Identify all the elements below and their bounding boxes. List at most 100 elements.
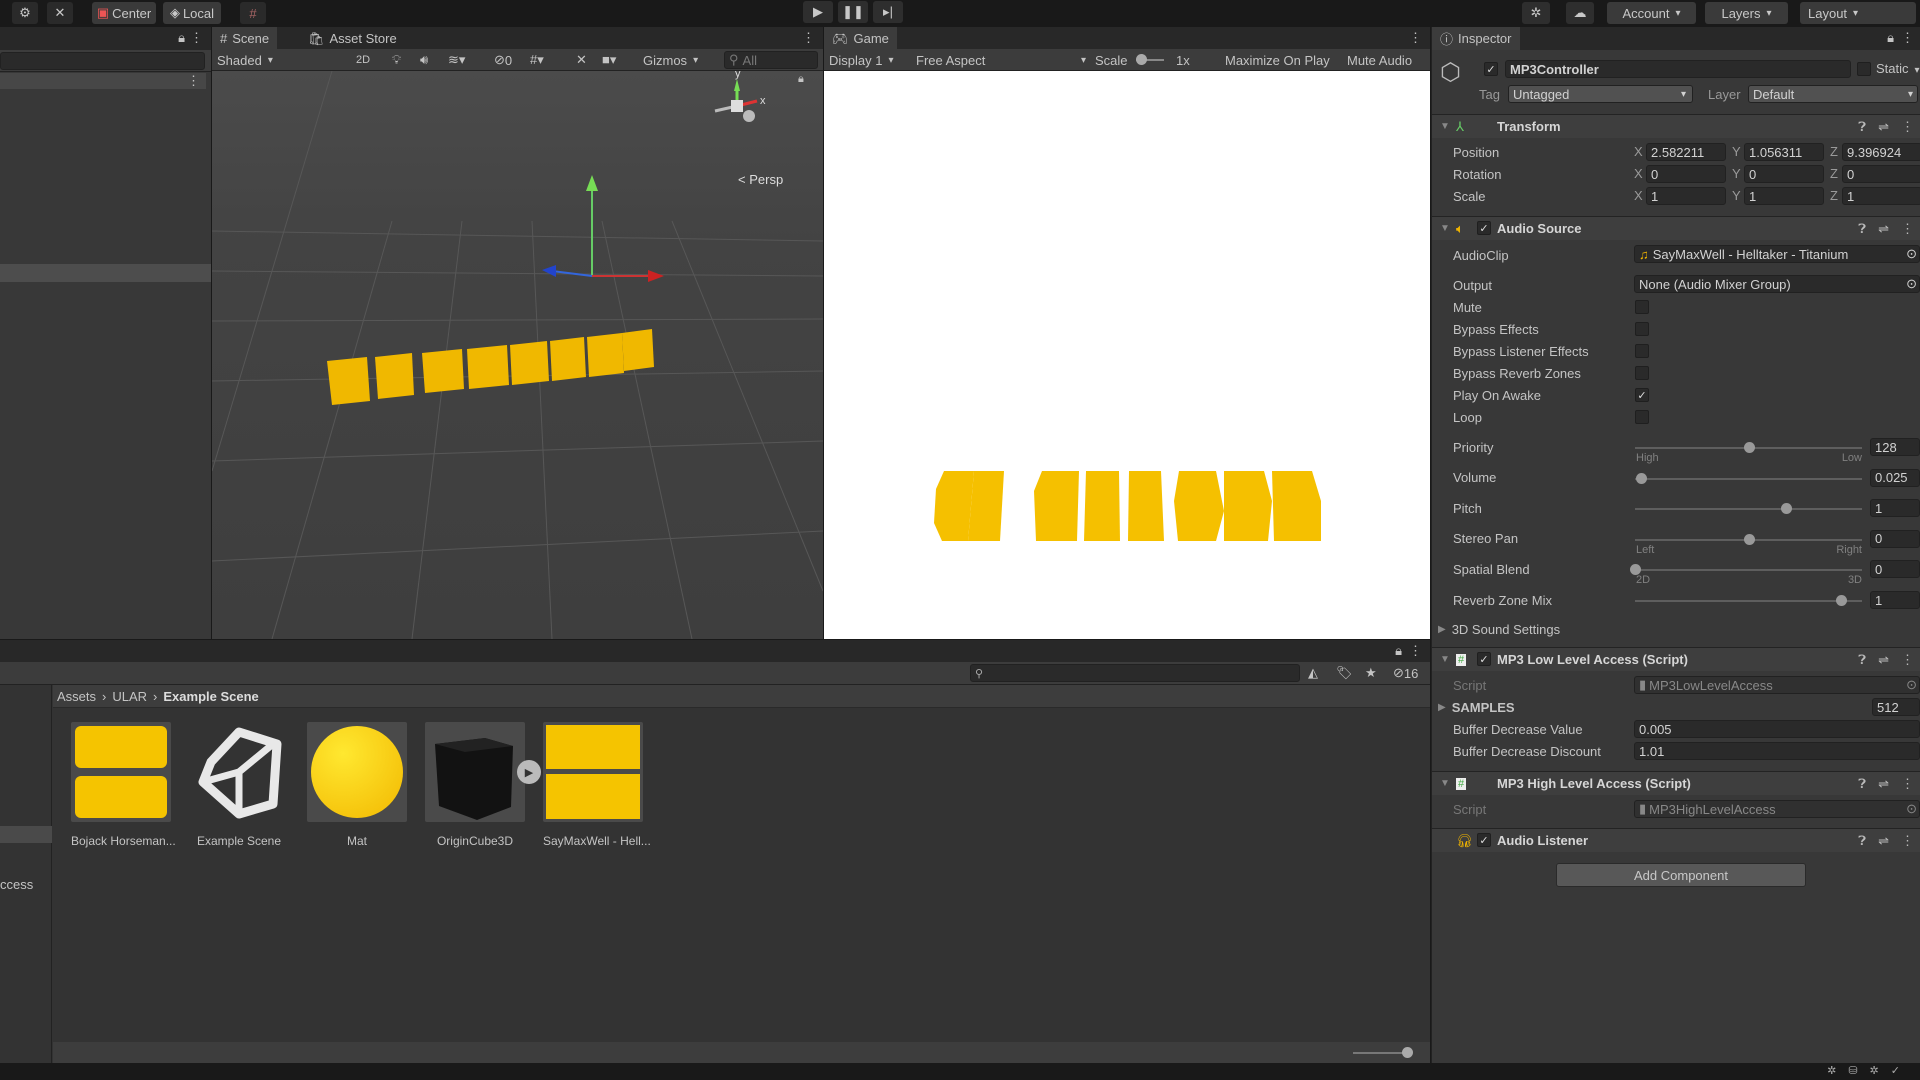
project-search[interactable]: ⚲	[970, 664, 1300, 682]
play-on-awake-checkbox[interactable]: ✓	[1635, 388, 1649, 402]
priority-field[interactable]: 128	[1870, 438, 1920, 456]
tools-icon[interactable]: ✕	[576, 51, 587, 69]
more-icon[interactable]: ⋮	[1409, 30, 1422, 46]
rotation-x-field[interactable]: 0	[1646, 165, 1726, 183]
more-icon[interactable]: ⋮	[1901, 119, 1914, 135]
breadcrumb-item[interactable]: Assets	[57, 689, 96, 704]
camera-icon[interactable]: ■▾	[602, 51, 616, 69]
expand-icon[interactable]: ▶	[1438, 624, 1446, 635]
bypass-reverb-zones-checkbox[interactable]	[1635, 366, 1649, 380]
maximize-on-play-toggle[interactable]: Maximize On Play	[1225, 51, 1330, 69]
step-button[interactable]: ▸|	[873, 1, 903, 23]
high-level-access-header[interactable]: ▼ # MP3 High Level Access (Script) ❓︎ ⇌ ⋮	[1432, 771, 1920, 795]
buffer-decrease-value-field[interactable]: 0.005	[1634, 720, 1920, 738]
priority-slider-thumb[interactable]	[1743, 442, 1755, 453]
spatial-blend-field[interactable]: 0	[1870, 560, 1920, 579]
help-icon[interactable]: ❓︎	[1858, 119, 1866, 135]
scale-slider[interactable]	[1136, 51, 1164, 69]
shading-dropdown[interactable]: Shaded	[217, 51, 339, 69]
filter-by-type-icon[interactable]: ◭	[1308, 664, 1318, 682]
more-icon[interactable]: ⋮	[1409, 643, 1422, 659]
more-icon[interactable]: ⋮	[802, 30, 815, 46]
static-checkbox[interactable]	[1857, 62, 1871, 76]
lock-icon[interactable]: 🔒︎	[1887, 30, 1894, 46]
tab-game[interactable]: 🎮︎ Game	[824, 27, 897, 50]
object-picker-icon[interactable]: ⊙	[1906, 276, 1917, 292]
folder-tree-selected[interactable]	[0, 826, 52, 843]
breadcrumb-item[interactable]: Example Scene	[163, 689, 258, 704]
collapse-icon[interactable]: ▼	[1440, 121, 1450, 132]
2d-toggle[interactable]: 2D	[356, 51, 370, 69]
gizmos-dropdown[interactable]: Gizmos	[643, 51, 698, 69]
presets-icon[interactable]: ⇌	[1878, 833, 1889, 849]
status-icons[interactable]: ✲⛁✲✓	[1827, 1064, 1912, 1077]
rotation-z-field[interactable]: 0	[1842, 165, 1920, 183]
tools-icon[interactable]: ✕	[47, 2, 73, 24]
collab-icon[interactable]: ⚙	[12, 2, 38, 24]
hierarchy-selected-row[interactable]	[0, 264, 211, 282]
effects-icon[interactable]: ≋▾	[448, 51, 465, 69]
expand-icon[interactable]: ▶	[1438, 702, 1446, 713]
help-icon[interactable]: ❓︎	[1858, 652, 1866, 668]
low-level-enabled-checkbox[interactable]: ✓	[1477, 652, 1491, 666]
pivot-center-button[interactable]: ▣ Center	[92, 2, 156, 24]
pause-button[interactable]: ❚❚	[838, 1, 868, 23]
favorites-icon[interactable]: ★	[1365, 664, 1377, 682]
projection-toggle[interactable]: < Persp	[738, 172, 783, 187]
low-level-access-header[interactable]: ▼ # ✓ MP3 Low Level Access (Script) ❓︎ ⇌ ⋮	[1432, 647, 1920, 671]
object-picker-icon[interactable]: ⊙	[1906, 246, 1917, 262]
lock-icon[interactable]: 🔒︎	[798, 73, 804, 86]
reverb-zone-mix-field[interactable]: 1	[1870, 591, 1920, 609]
layers-dropdown[interactable]: Layers	[1705, 2, 1788, 24]
transform-header[interactable]: ▼ ⅄ Transform ❓︎ ⇌ ⋮	[1432, 114, 1920, 138]
display-dropdown[interactable]: Display 1	[829, 51, 894, 69]
lock-icon[interactable]: 🔒︎	[1395, 643, 1402, 659]
bypass-effects-checkbox[interactable]	[1635, 322, 1649, 336]
services-icon[interactable]: ✲	[1522, 2, 1550, 24]
icon-size-slider[interactable]	[1353, 1047, 1413, 1058]
tab-asset-store[interactable]: 🛍︎ Asset Store	[300, 27, 405, 50]
stereo-pan-slider-thumb[interactable]	[1743, 533, 1755, 545]
prefab-expand-icon[interactable]: ▶	[517, 760, 541, 784]
position-x-field[interactable]: 2.582211	[1646, 143, 1726, 161]
output-field[interactable]: None (Audio Mixer Group) ⊙	[1634, 275, 1920, 293]
help-icon[interactable]: ❓︎	[1858, 833, 1866, 849]
scale-z-field[interactable]: 1	[1842, 187, 1920, 205]
scene-viewport[interactable]: y x < Persp 🔒︎	[211, 68, 824, 640]
buffer-decrease-discount-field[interactable]: 1.01	[1634, 742, 1920, 760]
folder-tree-item[interactable]: ccess	[0, 877, 33, 892]
audio-source-enabled-checkbox[interactable]: ✓	[1477, 221, 1491, 235]
mute-audio-toggle[interactable]: Mute Audio	[1347, 51, 1412, 69]
pitch-slider[interactable]	[1635, 503, 1862, 515]
pivot-local-button[interactable]: ◈ Local	[163, 2, 221, 24]
static-dropdown[interactable]: Static	[1876, 61, 1920, 76]
asset-scene-example[interactable]: Example Scene	[189, 722, 289, 848]
layout-dropdown[interactable]: Layout	[1800, 2, 1916, 24]
more-icon[interactable]: ⋮	[1901, 652, 1914, 668]
help-icon[interactable]: ❓︎	[1858, 776, 1866, 792]
reverb-zone-mix-slider[interactable]	[1635, 595, 1862, 606]
tab-inspector[interactable]: ⓘ Inspector	[1432, 27, 1520, 50]
rotation-y-field[interactable]: 0	[1744, 165, 1824, 183]
add-component-button[interactable]: Add Component	[1556, 863, 1806, 887]
asset-audio-bojack[interactable]: Bojack Horseman...	[71, 722, 176, 848]
breadcrumb-item[interactable]: ULAR	[112, 689, 147, 704]
scale-y-field[interactable]: 1	[1744, 187, 1824, 205]
mute-checkbox[interactable]	[1635, 300, 1649, 314]
more-icon[interactable]: ⋮	[190, 30, 203, 46]
presets-icon[interactable]: ⇌	[1878, 221, 1889, 237]
pitch-field[interactable]: 1	[1870, 499, 1920, 518]
grid-snap-icon[interactable]: #	[240, 2, 266, 24]
position-y-field[interactable]: 1.056311	[1744, 143, 1824, 161]
active-checkbox[interactable]: ✓	[1484, 62, 1498, 76]
position-z-field[interactable]: 9.396924	[1842, 143, 1920, 161]
account-dropdown[interactable]: Account	[1607, 2, 1696, 24]
tab-scene[interactable]: # Scene	[212, 27, 278, 50]
asset-audio-saymaxwell[interactable]: SayMaxWell - Hell...	[543, 722, 651, 848]
spatial-blend-slider[interactable]	[1630, 564, 1862, 576]
more-icon[interactable]: ⋮	[1901, 30, 1914, 46]
play-button[interactable]: ▶	[803, 1, 833, 23]
presets-icon[interactable]: ⇌	[1878, 119, 1889, 135]
collapse-icon[interactable]: ▼	[1440, 654, 1450, 665]
cloud-icon[interactable]: ☁	[1566, 2, 1594, 24]
